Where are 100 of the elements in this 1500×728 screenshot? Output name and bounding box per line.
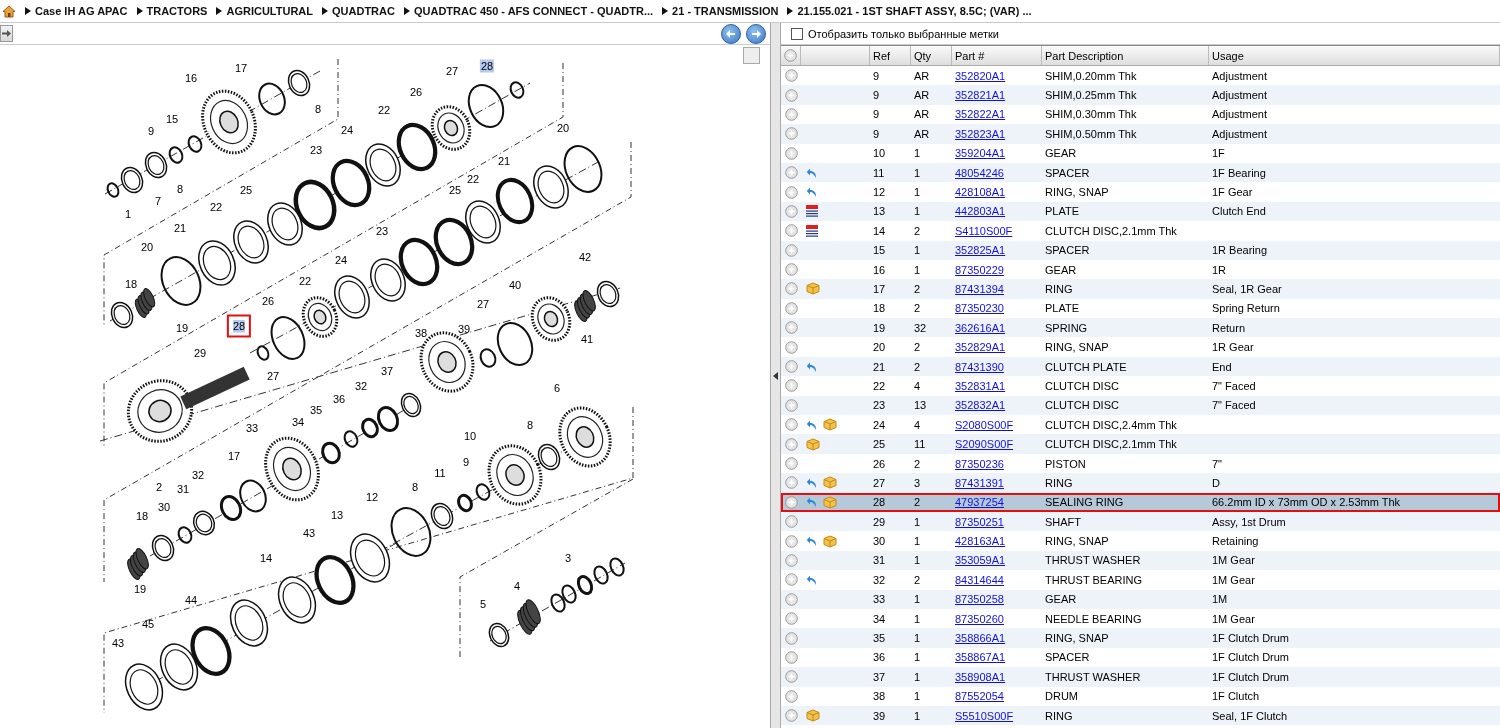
box-icon[interactable] bbox=[823, 495, 837, 509]
part-row[interactable]: 28 2 47937254 SEALING RING 66.2mm ID x 73mm OD x 2.53mm Thk bbox=[781, 492, 1500, 512]
expand-icon[interactable] bbox=[784, 379, 798, 393]
callout-number[interactable]: 43 bbox=[110, 636, 126, 650]
callout-number[interactable]: 22 bbox=[465, 172, 481, 186]
curved-arrow-icon[interactable] bbox=[806, 186, 818, 199]
part-row[interactable]: 17 2 87431394 RING Seal, 1R Gear bbox=[781, 279, 1500, 299]
expand-icon[interactable] bbox=[784, 437, 798, 451]
part-row[interactable]: 11 1 48054246 SPACER 1F Bearing bbox=[781, 162, 1500, 183]
expand-icon[interactable] bbox=[784, 360, 798, 374]
part-number-link[interactable]: 87350229 bbox=[955, 263, 1004, 276]
callout-number[interactable]: 8 bbox=[175, 182, 185, 196]
callout-number[interactable]: 24 bbox=[333, 253, 349, 267]
column-header[interactable]: Part # bbox=[952, 46, 1042, 65]
callout-number[interactable]: 44 bbox=[183, 593, 199, 607]
breadcrumb-link[interactable]: AGRICULTURAL bbox=[215, 5, 313, 17]
callout-number[interactable]: 7 bbox=[153, 194, 163, 208]
part-row[interactable]: 29 1 87350251 SHAFT Assy, 1st Drum bbox=[781, 512, 1500, 532]
breadcrumb-link[interactable]: 21 - TRANSMISSION bbox=[661, 5, 779, 17]
expand-icon[interactable] bbox=[784, 243, 798, 257]
back-button[interactable] bbox=[721, 23, 741, 44]
part-number-link[interactable]: 87350258 bbox=[955, 593, 1004, 606]
part-number-link[interactable]: 87350251 bbox=[955, 515, 1004, 528]
callout-number[interactable]: 35 bbox=[308, 403, 324, 417]
expand-icon[interactable] bbox=[784, 301, 798, 315]
curved-arrow-icon[interactable] bbox=[806, 360, 818, 373]
callout-number[interactable]: 41 bbox=[579, 332, 595, 346]
callout-number[interactable]: 27 bbox=[444, 64, 460, 78]
callout-number[interactable]: 12 bbox=[364, 490, 380, 504]
callout-number[interactable]: 26 bbox=[408, 85, 424, 99]
home-icon[interactable] bbox=[2, 4, 16, 18]
callout-number[interactable]: 43 bbox=[301, 526, 317, 540]
column-header[interactable]: Usage bbox=[1209, 46, 1500, 65]
callout-number[interactable]: 22 bbox=[297, 274, 313, 288]
callout-number[interactable]: 8 bbox=[313, 102, 323, 116]
column-header[interactable]: Qty bbox=[911, 46, 952, 65]
callout-number[interactable]: 20 bbox=[555, 121, 571, 135]
curved-arrow-icon[interactable] bbox=[806, 166, 818, 179]
callout-number[interactable]: 39 bbox=[456, 322, 472, 336]
expand-icon[interactable] bbox=[784, 127, 798, 141]
part-number-link[interactable]: 362616A1 bbox=[955, 321, 1006, 334]
part-row[interactable]: 21 2 87431390 CLUTCH PLATE End bbox=[781, 356, 1500, 377]
callout-number[interactable]: 19 bbox=[132, 582, 148, 596]
collapse-triangle-icon[interactable] bbox=[773, 371, 778, 380]
part-row[interactable]: 9 AR 352821A1 SHIM,0.25mm Thk Adjustment bbox=[781, 85, 1500, 105]
callout-number[interactable]: 9 bbox=[146, 124, 156, 138]
part-number-link[interactable]: 47937254 bbox=[955, 496, 1004, 509]
part-number-link[interactable]: 352823A1 bbox=[955, 127, 1006, 140]
part-row[interactable]: 9 AR 352823A1 SHIM,0.50mm Thk Adjustment bbox=[781, 124, 1500, 144]
callout-number[interactable]: 22 bbox=[376, 103, 392, 117]
export-button[interactable] bbox=[0, 25, 13, 42]
part-number-link[interactable]: 87431390 bbox=[955, 360, 1004, 373]
expand-icon[interactable] bbox=[784, 495, 798, 509]
part-number-link[interactable]: 359204A1 bbox=[955, 147, 1006, 160]
part-number-link[interactable]: 428163A1 bbox=[955, 535, 1006, 548]
part-number-link[interactable]: 87350260 bbox=[955, 612, 1004, 625]
callout-number[interactable]: 8 bbox=[410, 480, 420, 494]
callout-number[interactable]: 23 bbox=[374, 224, 390, 238]
callout-number[interactable]: 28 bbox=[226, 314, 252, 338]
callout-number[interactable]: 5 bbox=[478, 597, 488, 611]
callout-number[interactable]: 24 bbox=[339, 123, 355, 137]
expand-icon[interactable] bbox=[784, 321, 798, 335]
callout-number[interactable]: 17 bbox=[233, 61, 249, 75]
part-number-link[interactable]: 84314644 bbox=[955, 573, 1004, 586]
callout-number[interactable]: 29 bbox=[192, 346, 208, 360]
breadcrumb-link[interactable]: 21.155.021 - 1ST SHAFT ASSY, 8.5C; (VAR) ... bbox=[786, 5, 1032, 17]
expand-icon[interactable] bbox=[784, 166, 798, 180]
callout-number[interactable]: 9 bbox=[461, 455, 471, 469]
curved-arrow-icon[interactable] bbox=[806, 573, 818, 586]
expand-icon[interactable] bbox=[784, 534, 798, 548]
expand-icon[interactable] bbox=[784, 146, 798, 160]
part-row[interactable]: 25 11 S2090S00F CLUTCH DISC,2.1mm Thk bbox=[781, 434, 1500, 454]
part-number-link[interactable]: S2090S00F bbox=[955, 438, 1014, 451]
box-icon[interactable] bbox=[823, 418, 837, 432]
expand-icon[interactable] bbox=[784, 263, 798, 277]
part-row[interactable]: 13 1 442803A1 PLATE Clutch End bbox=[781, 201, 1500, 222]
forward-button[interactable] bbox=[746, 23, 766, 44]
part-number-link[interactable]: 87431394 bbox=[955, 283, 1004, 295]
callout-number[interactable]: 32 bbox=[353, 379, 369, 393]
expand-icon[interactable] bbox=[784, 670, 798, 684]
expand-icon[interactable] bbox=[784, 592, 798, 606]
column-header[interactable]: Ref bbox=[870, 46, 911, 65]
expand-icon[interactable] bbox=[784, 612, 798, 626]
expand-icon[interactable] bbox=[784, 398, 798, 412]
expand-icon[interactable] bbox=[784, 573, 798, 587]
callout-number[interactable]: 42 bbox=[577, 250, 593, 264]
callout-number[interactable]: 31 bbox=[175, 482, 191, 496]
callout-number[interactable]: 2 bbox=[154, 480, 164, 494]
box-icon[interactable] bbox=[806, 282, 820, 296]
callout-number[interactable]: 21 bbox=[496, 154, 512, 168]
callout-number[interactable]: 37 bbox=[379, 364, 395, 378]
callout-number[interactable]: 23 bbox=[308, 143, 324, 157]
callout-number[interactable]: 1 bbox=[123, 207, 133, 221]
expand-icon[interactable] bbox=[784, 553, 798, 567]
part-row[interactable]: 37 1 358908A1 THRUST WASHER 1F Clutch Drum bbox=[781, 667, 1500, 687]
expand-icon[interactable] bbox=[784, 476, 798, 490]
callout-number[interactable]: 20 bbox=[139, 240, 155, 254]
expand-icon[interactable] bbox=[784, 340, 798, 354]
breadcrumb-link[interactable]: QUADTRAC bbox=[321, 5, 395, 17]
part-number-link[interactable]: S5510S00F bbox=[955, 709, 1014, 722]
